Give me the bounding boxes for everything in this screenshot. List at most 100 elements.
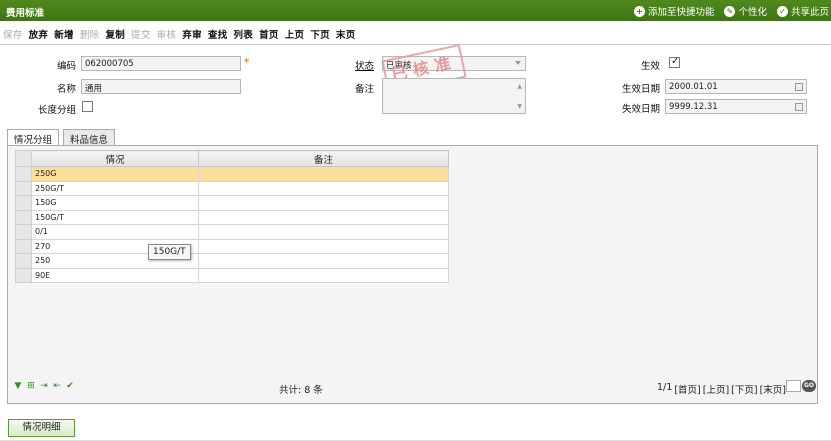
- name-label: 名称: [56, 84, 76, 95]
- remark-cell[interactable]: [198, 209, 449, 225]
- delete-row-icon[interactable]: ⇤: [52, 381, 62, 391]
- scroll-down-icon[interactable]: ▼: [517, 103, 522, 110]
- chevron-down-icon: [515, 61, 521, 65]
- grid-tool-icons: ▼ ⊞ ⇥ ⇤ ✔: [13, 381, 75, 391]
- row-header[interactable]: [15, 209, 32, 225]
- situation-cell[interactable]: 250G/T: [31, 180, 199, 196]
- insert-row-icon[interactable]: ⇥: [39, 381, 49, 391]
- remark-cell[interactable]: [198, 180, 449, 196]
- window-title: 费用标准: [6, 8, 45, 19]
- column-header-remark[interactable]: 备注: [198, 150, 449, 167]
- personalize-label: 个性化: [738, 7, 767, 18]
- remark-cell[interactable]: [198, 267, 449, 283]
- required-mark: *: [244, 56, 250, 69]
- submit-button[interactable]: 提交: [128, 27, 154, 41]
- save-button[interactable]: 保存: [0, 27, 26, 41]
- list-button[interactable]: 列表: [230, 27, 256, 41]
- situation-cell[interactable]: 0/1: [31, 224, 199, 240]
- tab-situation-group[interactable]: 情况分组: [7, 129, 60, 146]
- situation-grid: 情况 备注 250G 250G/T 150G 150G/T 0/1 270 25…: [15, 150, 449, 283]
- name-field[interactable]: 通用: [81, 79, 241, 94]
- row-header[interactable]: [15, 224, 32, 240]
- pager-next-link[interactable]: [下页]: [731, 382, 757, 396]
- find-button[interactable]: 查找: [205, 27, 231, 41]
- first-page-button[interactable]: 首页: [256, 27, 282, 41]
- effective-date-value: 2000.01.01: [669, 82, 718, 92]
- plus-circle-icon: +: [633, 5, 645, 17]
- remark-cell[interactable]: [198, 238, 449, 254]
- table-row[interactable]: 0/1: [15, 224, 449, 240]
- grid-panel: 情况 备注 250G 250G/T 150G 150G/T 0/1 270 25…: [7, 145, 818, 404]
- calendar-icon[interactable]: [795, 83, 803, 91]
- export-icon[interactable]: ✔: [65, 381, 75, 391]
- go-button[interactable]: GO: [802, 380, 816, 392]
- title-bar: 费用标准 + 添加至快捷功能 ✎ 个性化 ✓ 共享此页: [0, 0, 831, 21]
- row-header-corner[interactable]: [15, 150, 32, 167]
- table-row[interactable]: 150G/T: [15, 209, 449, 225]
- length-group-checkbox[interactable]: [82, 101, 93, 112]
- personalize-link[interactable]: ✎ 个性化: [724, 4, 767, 18]
- row-header[interactable]: [15, 253, 32, 269]
- row-header[interactable]: [15, 267, 32, 283]
- page-info: 1/1: [657, 382, 673, 393]
- add-shortcut-label: 添加至快捷功能: [647, 7, 715, 18]
- last-page-button[interactable]: 末页: [333, 27, 359, 41]
- table-row[interactable]: 150G: [15, 195, 449, 211]
- table-row[interactable]: 270: [15, 238, 449, 254]
- pager-last-link[interactable]: [末页]: [760, 382, 786, 396]
- table-row[interactable]: 250G/T: [15, 180, 449, 196]
- grid-footer: ▼ ⊞ ⇥ ⇤ ✔ 共计: 8 条 1/1 [首页] [上页] [下页] [末页…: [7, 377, 818, 397]
- effective-label: 生效: [640, 61, 660, 72]
- remark-textarea[interactable]: ▲ ▼: [382, 78, 526, 114]
- toolbar-divider: [0, 44, 831, 45]
- add-button[interactable]: 新增: [51, 27, 77, 41]
- status-label[interactable]: 状态: [330, 58, 374, 72]
- table-row[interactable]: 250: [15, 253, 449, 269]
- share-page-label: 共享此页: [790, 7, 829, 18]
- length-group-label: 长度分组: [37, 105, 76, 116]
- row-header[interactable]: [15, 180, 32, 196]
- remark-cell[interactable]: [198, 166, 449, 182]
- prev-page-button[interactable]: 上页: [282, 27, 308, 41]
- pager-first-link[interactable]: [首页]: [674, 382, 700, 396]
- calendar-icon[interactable]: [795, 103, 803, 111]
- add-shortcut-link[interactable]: + 添加至快捷功能: [633, 4, 715, 18]
- discard-button[interactable]: 放弃: [26, 27, 52, 41]
- row-header[interactable]: [15, 238, 32, 254]
- pager-prev-link[interactable]: [上页]: [703, 382, 729, 396]
- tab-item-info[interactable]: 料品信息: [63, 129, 116, 146]
- code-field[interactable]: 062000705: [81, 56, 241, 71]
- review-button[interactable]: 审核: [154, 27, 180, 41]
- row-header[interactable]: [15, 166, 32, 182]
- situation-cell[interactable]: 90E: [31, 267, 199, 283]
- pager: 1/1 [首页] [上页] [下页] [末页]: [657, 382, 786, 396]
- expiry-date-field[interactable]: 9999.12.31: [665, 99, 807, 114]
- remark-cell[interactable]: [198, 224, 449, 240]
- check-circle-icon: ✓: [776, 5, 788, 17]
- situation-cell[interactable]: 250G: [31, 166, 199, 182]
- remark-cell[interactable]: [198, 195, 449, 211]
- effective-checkbox[interactable]: [669, 56, 680, 68]
- row-header[interactable]: [15, 195, 32, 211]
- situation-detail-button[interactable]: 情况明细: [8, 419, 75, 437]
- situation-cell[interactable]: 150G: [31, 195, 199, 211]
- remark-cell[interactable]: [198, 253, 449, 269]
- share-page-link[interactable]: ✓ 共享此页: [776, 4, 829, 18]
- code-label: 编码: [56, 61, 76, 72]
- expiry-date-value: 9999.12.31: [669, 102, 718, 112]
- delete-button[interactable]: 删除: [77, 27, 103, 41]
- page-number-input[interactable]: [786, 380, 801, 392]
- scroll-up-icon[interactable]: ▲: [517, 83, 522, 90]
- filter-icon[interactable]: ▼: [13, 381, 23, 391]
- next-page-button[interactable]: 下页: [307, 27, 333, 41]
- total-count: 共计: 8 条: [279, 385, 323, 396]
- situation-cell[interactable]: 150G/T: [31, 209, 199, 225]
- copy-button[interactable]: 复制: [102, 27, 128, 41]
- table-row[interactable]: 90E: [15, 267, 449, 283]
- effective-date-field[interactable]: 2000.01.01: [665, 79, 807, 94]
- reject-review-button[interactable]: 弃审: [179, 27, 205, 41]
- column-header-situation[interactable]: 情况: [31, 150, 199, 167]
- table-row[interactable]: 250G: [15, 166, 449, 182]
- effective-date-label: 生效日期: [621, 84, 660, 95]
- add-row-icon[interactable]: ⊞: [26, 381, 36, 391]
